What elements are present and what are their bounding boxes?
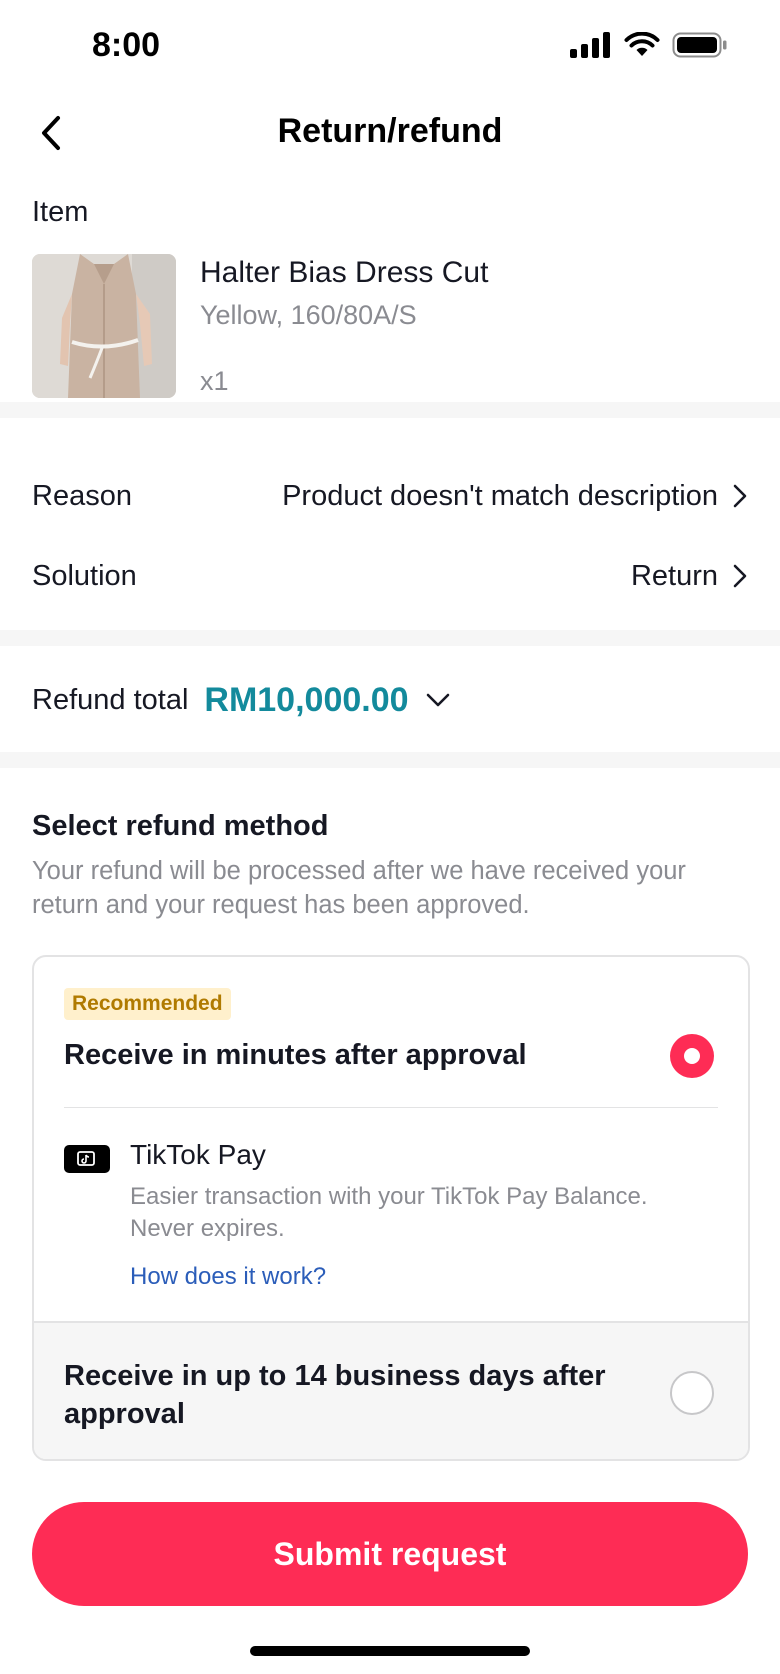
option-title: Receive in minutes after approval — [64, 1039, 527, 1071]
product-variant: Yellow, 160/80A/S — [200, 300, 417, 330]
item-section-label: Item — [32, 196, 89, 228]
how-does-it-work-link[interactable]: How does it work? — [130, 1263, 326, 1291]
payment-description: Easier transaction with your TikTok Pay … — [130, 1183, 648, 1242]
reason-label: Reason — [32, 479, 132, 512]
refund-total-label: Refund total — [32, 683, 189, 716]
refund-option-fast[interactable]: Recommended Receive in minutes after app… — [34, 957, 748, 1321]
option-divider — [64, 1107, 718, 1108]
radio-selected[interactable] — [670, 1034, 714, 1078]
battery-icon — [672, 32, 727, 58]
home-indicator — [250, 1646, 530, 1656]
product-thumbnail — [32, 254, 176, 398]
chevron-right-icon — [733, 564, 747, 588]
solution-row[interactable]: Solution Return — [32, 546, 748, 606]
wifi-icon — [624, 32, 660, 56]
option-title: Receive in up to 14 business days after … — [64, 1360, 606, 1430]
reason-value-wrap: Product doesn't match description — [282, 480, 748, 513]
chevron-right-icon — [733, 484, 747, 508]
refund-method-title: Select refund method — [32, 810, 329, 842]
solution-value: Return — [630, 559, 718, 592]
refund-method-description: Your refund will be processed after we h… — [32, 857, 686, 919]
product-name[interactable]: Halter Bias Dress Cut — [200, 256, 488, 290]
status-icons — [570, 32, 728, 58]
signal-icon — [570, 32, 610, 58]
payment-name: TikTok Pay — [130, 1139, 266, 1170]
solution-label: Solution — [32, 559, 137, 592]
section-divider — [0, 752, 780, 768]
tiktok-pay-icon — [64, 1145, 110, 1173]
status-time: 8:00 — [92, 26, 161, 64]
nav-bar: Return/refund — [0, 90, 780, 176]
section-divider — [0, 402, 780, 418]
product-card: Halter Bias Dress Cut Yellow, 160/80A/S … — [32, 254, 748, 398]
refund-total-row[interactable]: Refund total RM10,000.00 — [32, 670, 451, 730]
reason-row[interactable]: Reason Product doesn't match description — [32, 466, 748, 526]
refund-total-amount: RM10,000.00 — [204, 680, 409, 719]
product-quantity: x1 — [200, 366, 229, 396]
submit-request-button[interactable]: Submit request — [32, 1502, 748, 1606]
chevron-down-icon — [426, 693, 449, 707]
recommended-badge: Recommended — [64, 988, 231, 1020]
refund-option-standard[interactable]: Receive in up to 14 business days after … — [34, 1321, 748, 1459]
page-title: Return/refund — [277, 112, 503, 150]
solution-value-wrap: Return — [631, 560, 748, 593]
section-divider — [0, 630, 780, 646]
refund-options-card: Recommended Receive in minutes after app… — [32, 955, 750, 1461]
reason-value: Product doesn't match description — [282, 479, 718, 512]
radio-unselected[interactable] — [670, 1371, 714, 1415]
status-bar: 8:00 — [0, 0, 780, 96]
